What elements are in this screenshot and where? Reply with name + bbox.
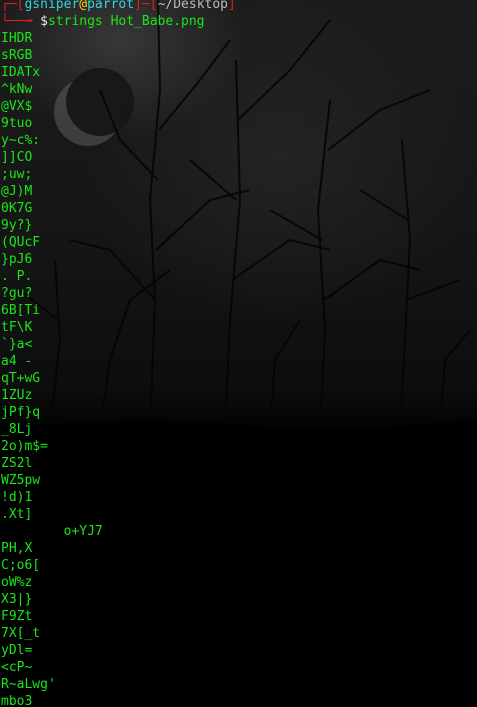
output-line: F9Zt [1, 609, 33, 624]
output-line: PH,X [1, 541, 33, 556]
output-line: a4 - [1, 354, 33, 369]
prompt-line-2: └──╼ $strings Hot_Babe.png [1, 13, 477, 30]
output-line: <cP~ [1, 660, 33, 675]
output-line: 9y?} [1, 218, 33, 233]
strings-output: IHDR sRGB IDATx ^kNw @VX$ 9tuo y~c%: ]]CO ;uw; @J… [1, 30, 477, 707]
output-line: R~aLwg' [1, 677, 56, 692]
output-line: tF\K [1, 320, 33, 335]
prompt-at: @ [79, 0, 88, 12]
prompt-host: parrot [87, 0, 135, 12]
output-line: WZ5pw [1, 473, 41, 488]
output-line: oW%z [1, 575, 33, 590]
output-line: ;uw; [1, 167, 33, 182]
output-line: 0K7G [1, 201, 33, 216]
terminal-output[interactable]: ┌─[gsniper@parrot]─[~/Desktop] └──╼ $str… [1, 0, 477, 707]
output-line: 6B[Ti [1, 303, 41, 318]
output-line: qT+wG [1, 371, 41, 386]
output-line: (QUcF [1, 235, 41, 250]
output-line: 7X[_t [1, 626, 41, 641]
output-line: y~c%: [1, 133, 41, 148]
output-line: .Xt] [1, 507, 33, 522]
output-line: 1ZUz [1, 388, 33, 403]
prompt-corner-top: ┌─[ [1, 0, 25, 12]
terminal-window[interactable]: ┌─[gsniper@parrot]─[~/Desktop] └──╼ $str… [0, 0, 477, 707]
output-line: C;o6[ [1, 558, 41, 573]
output-line: IHDR [1, 31, 33, 46]
prompt-path: ~/Desktop [157, 0, 229, 12]
output-line: X3|} [1, 592, 33, 607]
prompt-user: gsniper [24, 0, 80, 12]
output-line: 2o)m$= [1, 439, 48, 454]
prompt-corner-bottom: └──╼ [1, 14, 41, 29]
output-line: o+YJ7 [1, 524, 103, 539]
command-text: strings Hot_Babe.png [47, 14, 205, 29]
output-line: sRGB [1, 48, 33, 63]
output-line: IDATx [1, 65, 41, 80]
output-line: @VX$ [1, 99, 33, 114]
output-line: ?gu? [1, 286, 33, 301]
output-line: ZS2l [1, 456, 33, 471]
output-line: . P. [1, 269, 33, 284]
output-line: jPf}q [1, 405, 41, 420]
output-line: yDl= [1, 643, 33, 658]
output-line: 9tuo [1, 116, 33, 131]
output-line: @J)M [1, 184, 33, 199]
prompt-separator: ]─[ [134, 0, 158, 12]
prompt-symbol: $ [40, 14, 48, 29]
prompt-line-1: ┌─[gsniper@parrot]─[~/Desktop] [1, 0, 477, 13]
output-line: ]]CO [1, 150, 33, 165]
output-line: }pJ6 [1, 252, 33, 267]
output-line: mbo3 [1, 694, 33, 707]
output-line: `}a< [1, 337, 33, 352]
output-line: !d)1 [1, 490, 33, 505]
prompt-bracket-close: ] [228, 0, 236, 12]
output-line: _8Lj [1, 422, 33, 437]
output-line: ^kNw [1, 82, 33, 97]
